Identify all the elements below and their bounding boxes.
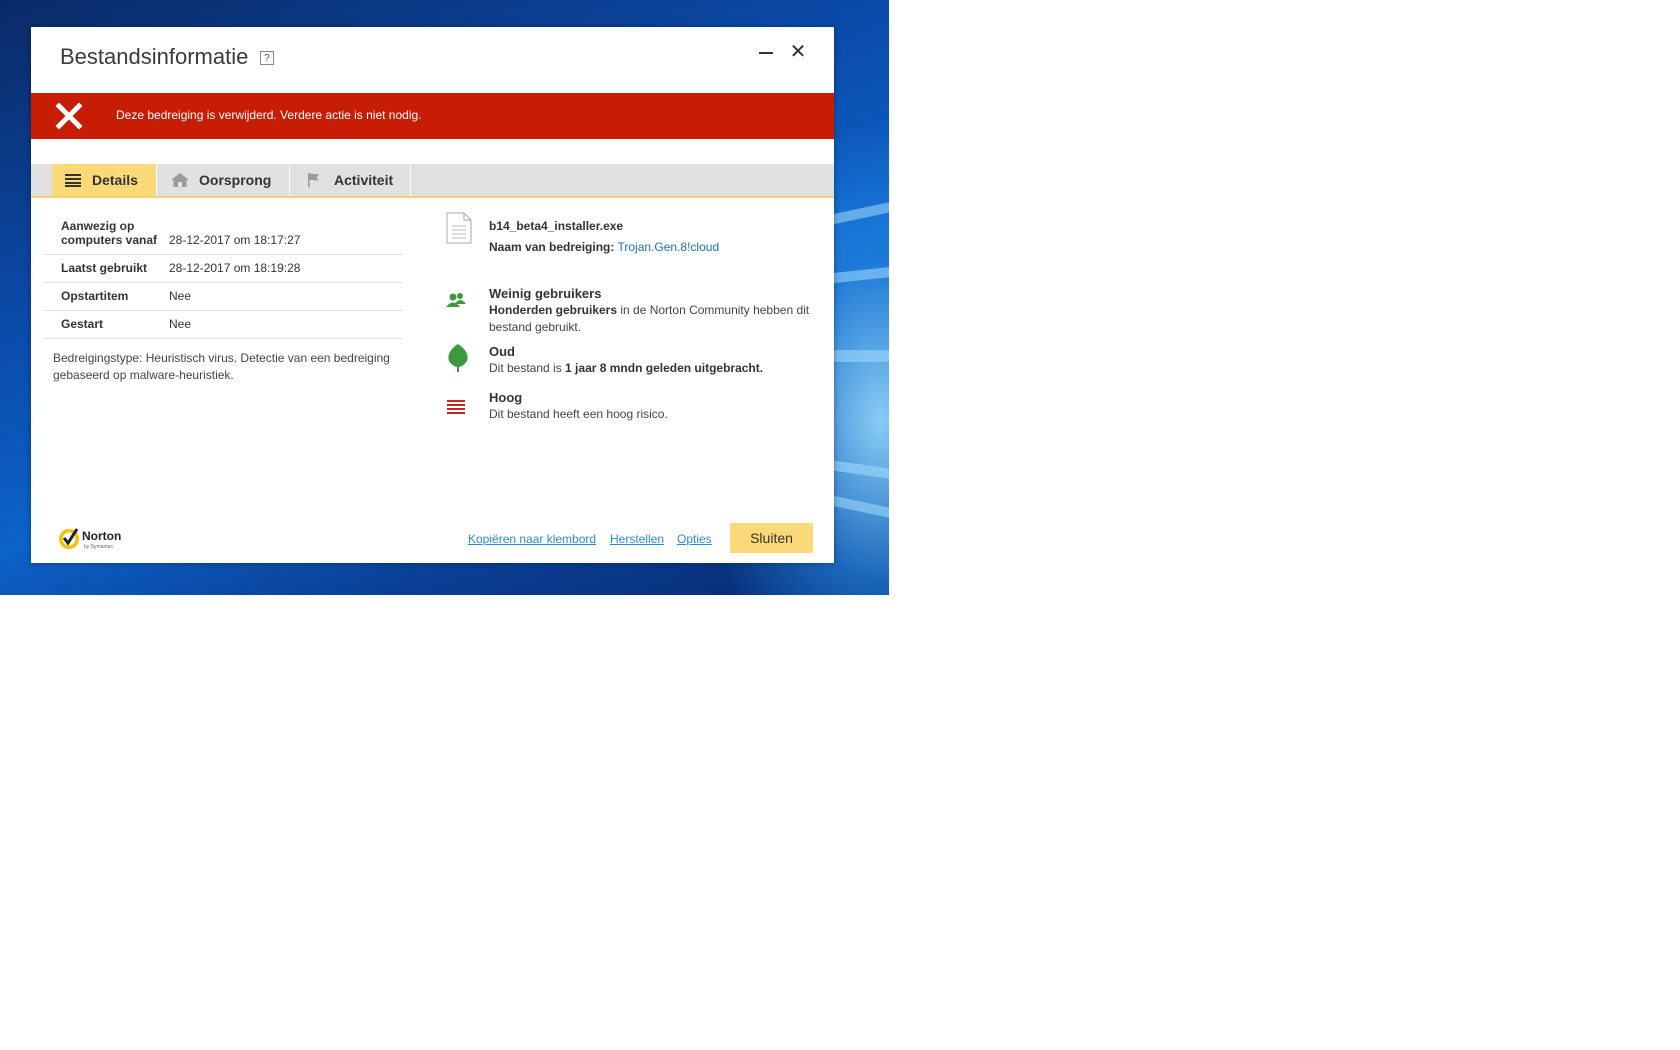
close-button[interactable]: Sluiten bbox=[730, 523, 813, 553]
details-row: Aanwezig op computers vanaf 28-12-2017 o… bbox=[43, 213, 403, 255]
age-prefix: Dit bestand is bbox=[489, 361, 566, 375]
details-value: Nee bbox=[169, 317, 192, 331]
minimize-icon bbox=[759, 52, 773, 54]
help-icon[interactable]: ? bbox=[260, 51, 274, 65]
logo-subtext: by Symantec bbox=[84, 544, 113, 550]
copy-to-clipboard-link[interactable]: Kopiëren naar klembord bbox=[468, 532, 596, 546]
risk-title: Hoog bbox=[489, 390, 523, 405]
details-value: 28-12-2017 om 18:17:27 bbox=[169, 233, 301, 247]
threat-name-link[interactable]: Trojan.Gen.8!cloud bbox=[618, 240, 720, 254]
close-window-button[interactable]: ✕ bbox=[785, 39, 811, 65]
users-title: Weinig gebruikers bbox=[489, 286, 602, 301]
home-icon bbox=[171, 173, 189, 187]
alert-banner: Deze bedreiging is verwijderd. Verdere a… bbox=[31, 93, 834, 139]
details-value: Nee bbox=[169, 289, 192, 303]
dialog-title: Bestandsinformatie bbox=[60, 44, 249, 69]
age-text: Oud Dit bestand is 1 jaar 8 mndn geleden… bbox=[489, 343, 829, 377]
alert-message: Deze bedreiging is verwijderd. Verdere a… bbox=[116, 108, 422, 122]
logo-wordmark: Norton bbox=[82, 529, 121, 543]
users-description: Honderden gebruikers in de Norton Commun… bbox=[489, 302, 829, 336]
age-title: Oud bbox=[489, 344, 515, 359]
tab-oorsprong[interactable]: Oorsprong bbox=[159, 164, 290, 196]
flag-icon bbox=[308, 173, 319, 187]
tab-label: Details bbox=[92, 172, 138, 188]
close-icon: ✕ bbox=[789, 41, 807, 63]
leaf-icon bbox=[448, 344, 468, 372]
details-label: Aanwezig op computers vanaf bbox=[61, 219, 158, 247]
threat-name-label: Naam van bedreiging: bbox=[489, 240, 615, 254]
threat-type-note: Bedreigingstype: Heuristisch virus. Dete… bbox=[53, 351, 390, 382]
details-row: Laatst gebruikt 28-12-2017 om 18:19:28 bbox=[43, 255, 403, 283]
file-text: b14_beta4_installer.exe Naam van bedreig… bbox=[489, 216, 829, 258]
age-description: Dit bestand is 1 jaar 8 mndn geleden uit… bbox=[489, 360, 829, 377]
restore-link[interactable]: Herstellen bbox=[610, 532, 664, 546]
details-label: Laatst gebruikt bbox=[61, 261, 148, 275]
options-link[interactable]: Opties bbox=[677, 532, 712, 546]
list-icon bbox=[65, 174, 81, 187]
tab-details[interactable]: Details bbox=[52, 164, 157, 196]
risk-text: Hoog Dit bestand heeft een hoog risico. bbox=[489, 389, 829, 423]
threat-name-line: Naam van bedreiging: Trojan.Gen.8!cloud bbox=[489, 237, 829, 258]
users-icon bbox=[446, 293, 466, 307]
norton-logo: Norton by Symantec bbox=[59, 528, 121, 550]
tab-bar: Details Oorsprong Activiteit bbox=[31, 164, 834, 198]
details-label: Opstartitem bbox=[61, 289, 129, 303]
minimize-button[interactable] bbox=[753, 39, 779, 65]
risk-description: Dit bestand heeft een hoog risico. bbox=[489, 407, 668, 421]
details-row: Gestart Nee bbox=[43, 311, 403, 339]
users-text: Weinig gebruikers Honderden gebruikers i… bbox=[489, 285, 829, 336]
risk-bars-icon bbox=[447, 400, 465, 414]
tab-activiteit[interactable]: Activiteit bbox=[292, 164, 411, 196]
details-row: Opstartitem Nee bbox=[43, 283, 403, 311]
file-name: b14_beta4_installer.exe bbox=[489, 219, 624, 233]
removed-x-icon bbox=[55, 102, 83, 130]
details-label: Gestart bbox=[61, 317, 104, 331]
tab-label: Oorsprong bbox=[199, 172, 272, 188]
details-table: Aanwezig op computers vanaf 28-12-2017 o… bbox=[43, 213, 403, 339]
age-value: 1 jaar 8 mndn geleden uitgebracht. bbox=[565, 361, 764, 375]
file-icon bbox=[446, 212, 472, 244]
file-info-dialog: Bestandsinformatie ? ✕ Deze bedreiging i… bbox=[31, 27, 834, 563]
details-value: 28-12-2017 om 18:19:28 bbox=[169, 261, 301, 275]
users-count: Honderden gebruikers bbox=[489, 303, 618, 317]
tab-label: Activiteit bbox=[334, 172, 394, 188]
